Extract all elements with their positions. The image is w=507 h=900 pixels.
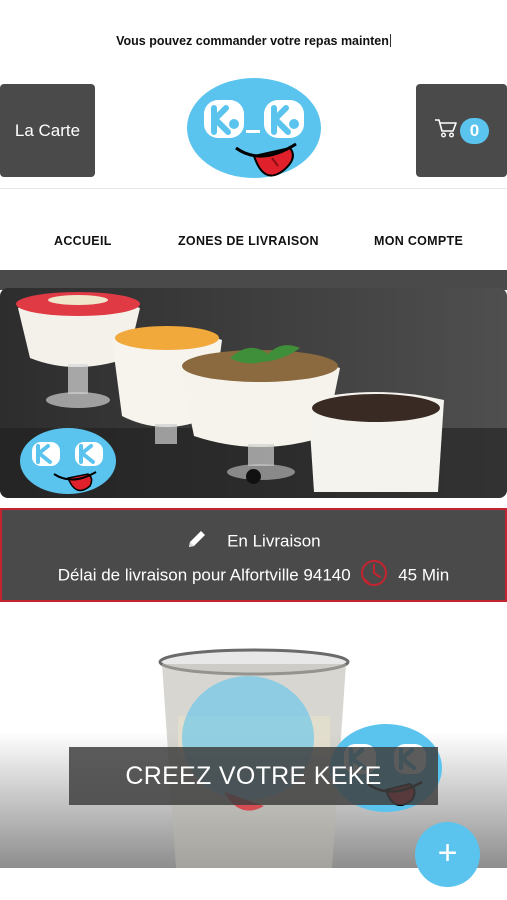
pencil-icon [186,528,208,555]
nav-item-mon-compte[interactable]: MON COMPTE [374,234,463,248]
delivery-info-panel[interactable]: En Livraison Délai de livraison pour Alf… [0,508,507,602]
menu-button-label: La Carte [14,120,81,140]
brand-logo[interactable] [186,78,322,182]
timer-icon [359,558,389,593]
nav-item-zones-de-livraison[interactable]: ZONES DE LIVRAISON [178,234,319,248]
hero-slide-image [0,292,507,498]
slider-dot-active[interactable] [246,469,261,484]
menu-button[interactable]: La Carte [0,84,95,177]
announcement-ticker: Vous pouvez commander votre repas mainte… [0,34,507,48]
cart-button[interactable]: 0 [416,84,507,177]
add-floating-button[interactable]: + [415,822,480,887]
delivery-delay-value: 45 Min [398,565,450,585]
delivery-delay-text: Délai de livraison pour Alfortville 9414… [57,565,351,585]
text-cursor [389,34,391,47]
header-divider [0,188,507,189]
main-nav: ACCUEIL ZONES DE LIVRAISON MON COMPTE [0,234,507,250]
nav-item-accueil[interactable]: ACCUEIL [54,234,112,248]
announcement-text: Vous pouvez commander votre repas mainte… [116,34,389,48]
delivery-mode: En Livraison [227,531,321,551]
slider-top-band [0,270,507,290]
cart-icon [434,117,458,144]
create-keke-banner[interactable]: CREEZ VOTRE KEKE [69,747,438,805]
cart-count-badge: 0 [459,117,490,144]
hero-slider[interactable] [0,288,507,498]
plus-icon: + [437,834,458,872]
